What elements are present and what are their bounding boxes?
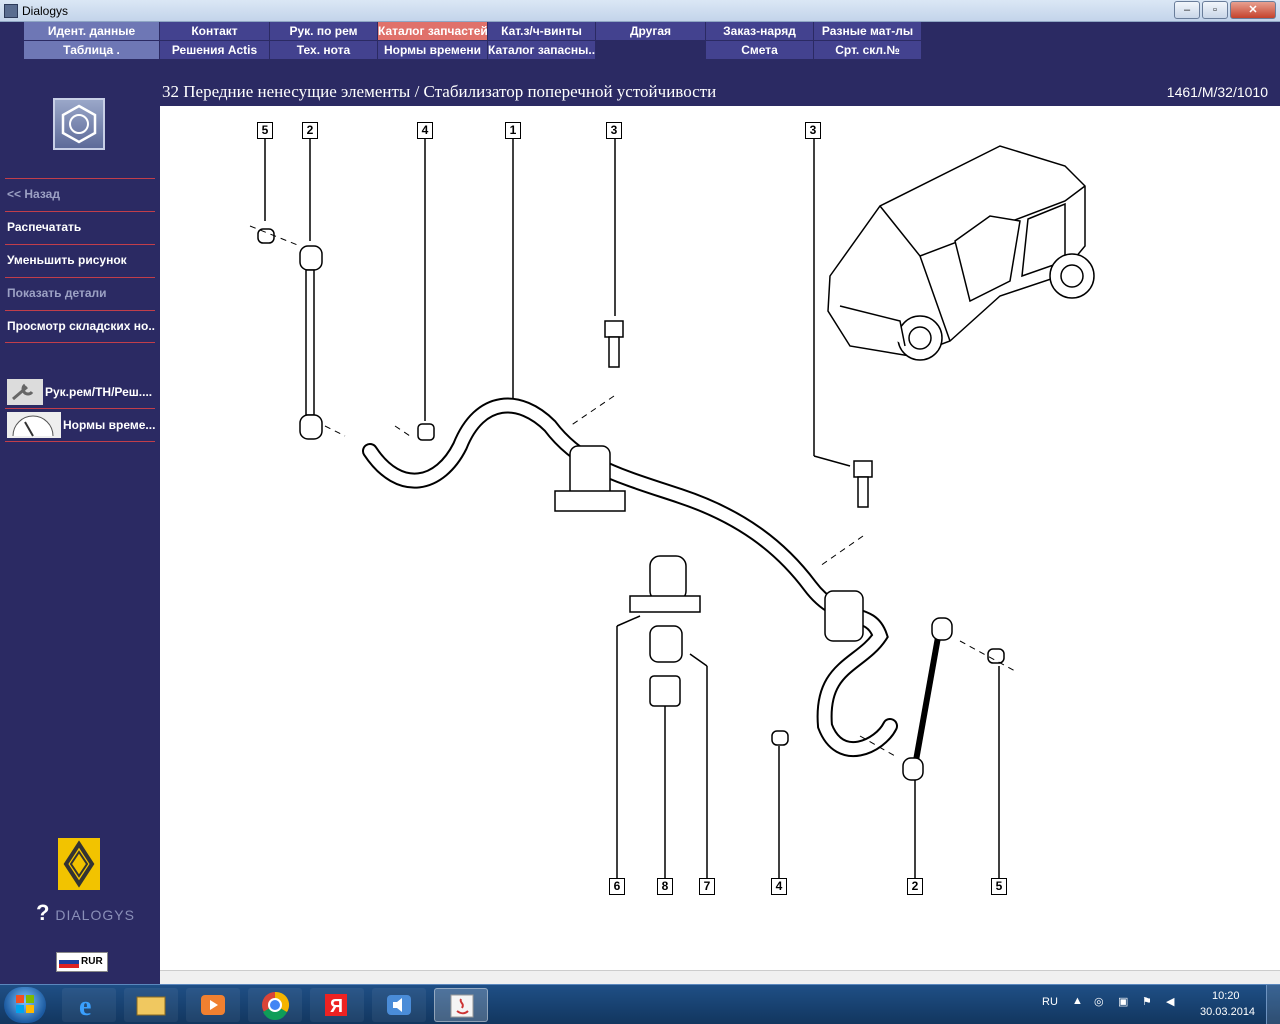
menu-screws-catalog[interactable]: Кат.з/ч-винты: [488, 22, 596, 40]
menu-misc-materials[interactable]: Разные мат-лы: [814, 22, 922, 40]
callout-bottom-4[interactable]: 4: [771, 878, 787, 895]
horizontal-scrollbar[interactable]: [160, 970, 1280, 984]
menu-time-norms[interactable]: Нормы времени: [378, 41, 488, 59]
nut-logo-icon: [53, 98, 105, 150]
window-title: Dialogys: [22, 4, 69, 18]
diagram-code: 1461/M/32/1010: [1166, 84, 1268, 100]
network-icon[interactable]: ▣: [1118, 995, 1128, 1008]
clock-date[interactable]: 30.03.2014: [1200, 1006, 1255, 1018]
top-menu: Идент. данные Контакт Рук. по рем Катало…: [0, 22, 1280, 60]
callout-bottom-5[interactable]: 2: [907, 878, 923, 895]
menu-estimate[interactable]: Смета: [706, 41, 814, 59]
diagram-drawing: [249, 139, 1095, 881]
menu-table[interactable]: Таблица .: [24, 41, 160, 59]
question-icon: ?: [36, 900, 51, 925]
menu-contact[interactable]: Контакт: [160, 22, 270, 40]
callout-bottom-6[interactable]: 5: [991, 878, 1007, 895]
callout-top-5[interactable]: 3: [606, 122, 622, 139]
shrink-image-link[interactable]: Уменьшить рисунок: [5, 244, 155, 277]
callout-top-6[interactable]: 3: [805, 122, 821, 139]
brand-name: DIALOGYS: [55, 907, 135, 923]
page-title: 32 Передние ненесущие элементы / Стабили…: [162, 82, 717, 101]
explorer-icon[interactable]: [124, 988, 178, 1022]
menu-parts-catalog[interactable]: Каталог запчастей: [378, 22, 488, 40]
menu-repair-manual[interactable]: Рук. по рем: [270, 22, 378, 40]
renault-logo-icon: [58, 838, 100, 890]
flag-ru-icon: [59, 956, 79, 968]
repair-manual-label: Рук.рем/ТН/Реш....: [45, 385, 153, 399]
chrome-icon[interactable]: [248, 988, 302, 1022]
time-norms-label: Нормы време...: [63, 418, 155, 432]
gauge-icon: [7, 412, 61, 438]
title-bar: Dialogys – ▫ ✕: [0, 0, 1280, 22]
flag-icon[interactable]: ⚑: [1142, 995, 1152, 1008]
taskbar: e Я RU ▲ ◎ ▣ ⚑ ◀ 10:20 30.03.2014: [0, 984, 1280, 1024]
callout-bottom-2[interactable]: 8: [657, 878, 673, 895]
callout-top-2[interactable]: 2: [302, 122, 318, 139]
start-button[interactable]: [4, 987, 46, 1023]
yandex-icon[interactable]: Я: [310, 988, 364, 1022]
tray-arrow-icon[interactable]: ▲: [1072, 995, 1083, 1007]
menu-warehouse-no[interactable]: Срт. скл.№: [814, 41, 922, 59]
back-link[interactable]: << Назад: [5, 178, 155, 211]
stock-view-link[interactable]: Просмотр складских но...: [5, 310, 155, 343]
callout-top-1[interactable]: 5: [257, 122, 273, 139]
menu-ident-data[interactable]: Идент. данные: [24, 22, 160, 40]
windows-logo-icon: [16, 995, 34, 1013]
minimize-button[interactable]: –: [1174, 1, 1200, 19]
page-header: 32 Передние ненесущие элементы / Стабили…: [160, 78, 1280, 106]
ie-icon[interactable]: e: [62, 988, 116, 1022]
repair-manual-tool[interactable]: Рук.рем/ТН/Реш....: [5, 376, 155, 409]
callout-top-3[interactable]: 4: [417, 122, 433, 139]
time-norms-tool[interactable]: Нормы време...: [5, 409, 155, 442]
menu-other[interactable]: Другая: [596, 22, 706, 40]
close-button[interactable]: ✕: [1230, 1, 1276, 19]
language-indicator[interactable]: RU: [1042, 996, 1058, 1008]
callout-top-4[interactable]: 1: [505, 122, 521, 139]
callout-bottom-1[interactable]: 6: [609, 878, 625, 895]
svg-text:e: e: [79, 991, 91, 1022]
maximize-button[interactable]: ▫: [1202, 1, 1228, 19]
parts-diagram: 5 2 4 1 3 3 6 8 7 4 2 5: [160, 106, 1280, 984]
app-icon: [4, 4, 18, 18]
show-details-link[interactable]: Показать детали: [5, 277, 155, 310]
menu-tech-note[interactable]: Тех. нота: [270, 41, 378, 59]
menu-spares-catalog[interactable]: Каталог запасны...: [488, 41, 596, 59]
currency-label: RUR: [81, 956, 103, 967]
speaker-icon[interactable]: ◀: [1166, 995, 1174, 1008]
wrench-icon: [7, 379, 43, 405]
menu-work-order[interactable]: Заказ-наряд: [706, 22, 814, 40]
vehicle-illustration: [827, 145, 1095, 361]
java-app-icon[interactable]: [434, 988, 488, 1022]
volume-app-icon[interactable]: [372, 988, 426, 1022]
show-desktop-button[interactable]: [1266, 985, 1280, 1024]
menu-actis-solutions[interactable]: Решения Actis: [160, 41, 270, 59]
svg-text:Я: Я: [330, 996, 343, 1016]
clock-time[interactable]: 10:20: [1212, 990, 1240, 1002]
media-player-icon[interactable]: [186, 988, 240, 1022]
callout-bottom-3[interactable]: 7: [699, 878, 715, 895]
steam-icon[interactable]: ◎: [1094, 995, 1104, 1008]
currency-selector[interactable]: RUR: [56, 952, 108, 972]
print-link[interactable]: Распечатать: [5, 211, 155, 244]
dialogys-logo: ? DIALOGYS: [36, 900, 136, 930]
